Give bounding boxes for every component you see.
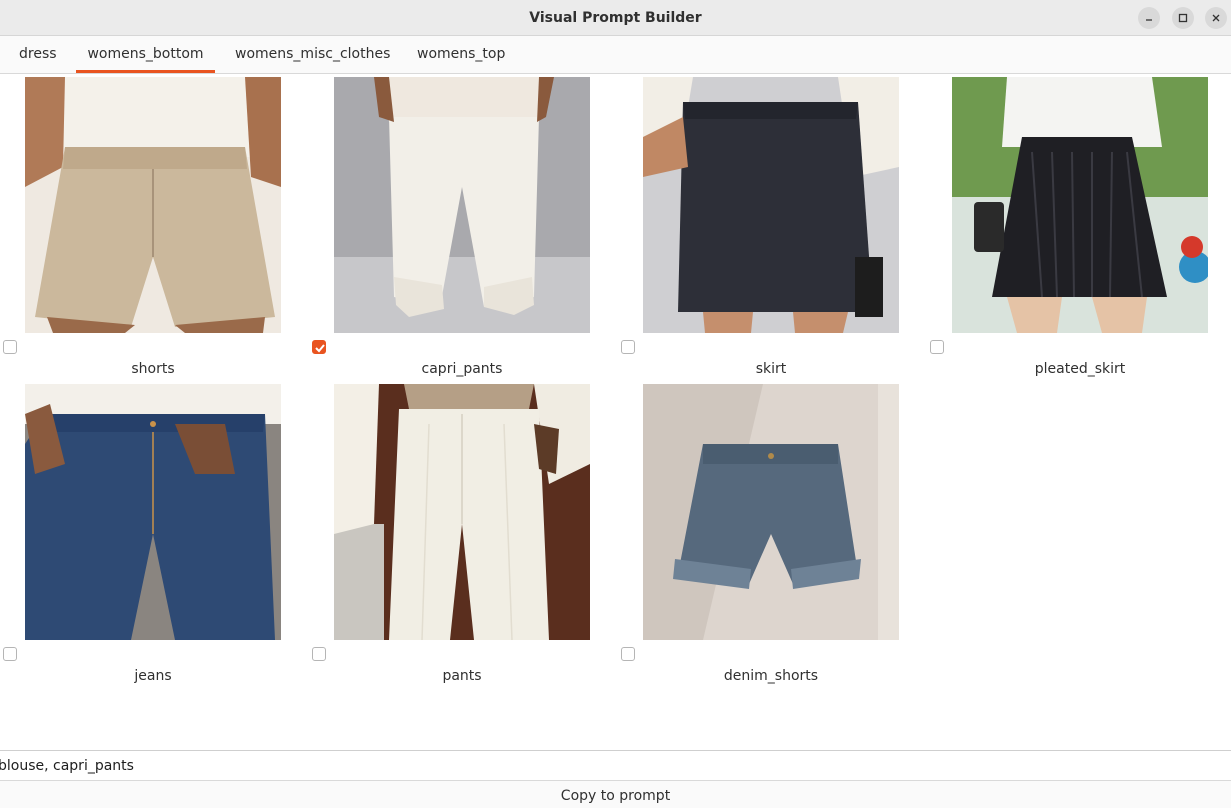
denim-shorts-checkbox[interactable] [621, 647, 635, 661]
maximize-button[interactable] [1172, 7, 1194, 29]
window-title: Visual Prompt Builder [529, 10, 702, 26]
tab-womens-misc-clothes[interactable]: womens_misc_clothes [235, 36, 390, 73]
skirt-label: skirt [755, 361, 787, 377]
grid-item-denim-shorts: denim_shorts [618, 381, 927, 688]
capri-pants-checkbox[interactable] [312, 340, 326, 354]
maximize-icon [1178, 13, 1188, 23]
thumbnail-grid: shorts capri_pants skirt pleated_skirt j… [0, 74, 1231, 750]
copy-to-prompt-button[interactable]: Copy to prompt [0, 781, 1231, 808]
skirt-checkbox[interactable] [621, 340, 635, 354]
close-button[interactable] [1205, 7, 1227, 29]
grid-item-pleated-skirt: pleated_skirt [927, 74, 1231, 381]
shorts-label: shorts [131, 361, 175, 377]
pants-image[interactable] [334, 384, 590, 640]
grid-item-skirt: skirt [618, 74, 927, 381]
skirt-image[interactable] [643, 77, 899, 333]
tab-dress[interactable]: dress [19, 36, 57, 73]
pants-label: pants [442, 668, 482, 684]
shorts-checkbox[interactable] [3, 340, 17, 354]
pants-checkbox[interactable] [312, 647, 326, 661]
title-bar: Visual Prompt Builder [0, 0, 1231, 36]
close-icon [1212, 14, 1220, 22]
grid-item-shorts: shorts [0, 74, 309, 381]
jeans-label: jeans [134, 668, 172, 684]
grid-item-jeans: jeans [0, 381, 309, 688]
shorts-image[interactable] [25, 77, 281, 333]
tab-womens-bottom[interactable]: womens_bottom [76, 36, 215, 73]
jeans-image[interactable] [25, 384, 281, 640]
prompt-bar [0, 750, 1231, 781]
capri-pants-label: capri_pants [421, 361, 503, 377]
denim-shorts-image[interactable] [643, 384, 899, 640]
denim-shorts-label: denim_shorts [723, 668, 819, 684]
capri-pants-image[interactable] [334, 77, 590, 333]
tab-womens-top[interactable]: womens_top [417, 36, 505, 73]
pleated-skirt-image[interactable] [952, 77, 1208, 333]
jeans-checkbox[interactable] [3, 647, 17, 661]
minimize-icon [1146, 19, 1152, 21]
grid-item-capri-pants: capri_pants [309, 74, 618, 381]
pleated-skirt-checkbox[interactable] [930, 340, 944, 354]
checkmark-icon [315, 344, 325, 353]
minimize-button[interactable] [1138, 7, 1160, 29]
grid-item-pants: pants [309, 381, 618, 688]
tab-bar: dress womens_bottom womens_misc_clothes … [0, 36, 1231, 74]
prompt-input[interactable] [0, 751, 1220, 780]
pleated-skirt-label: pleated_skirt [1034, 361, 1126, 377]
